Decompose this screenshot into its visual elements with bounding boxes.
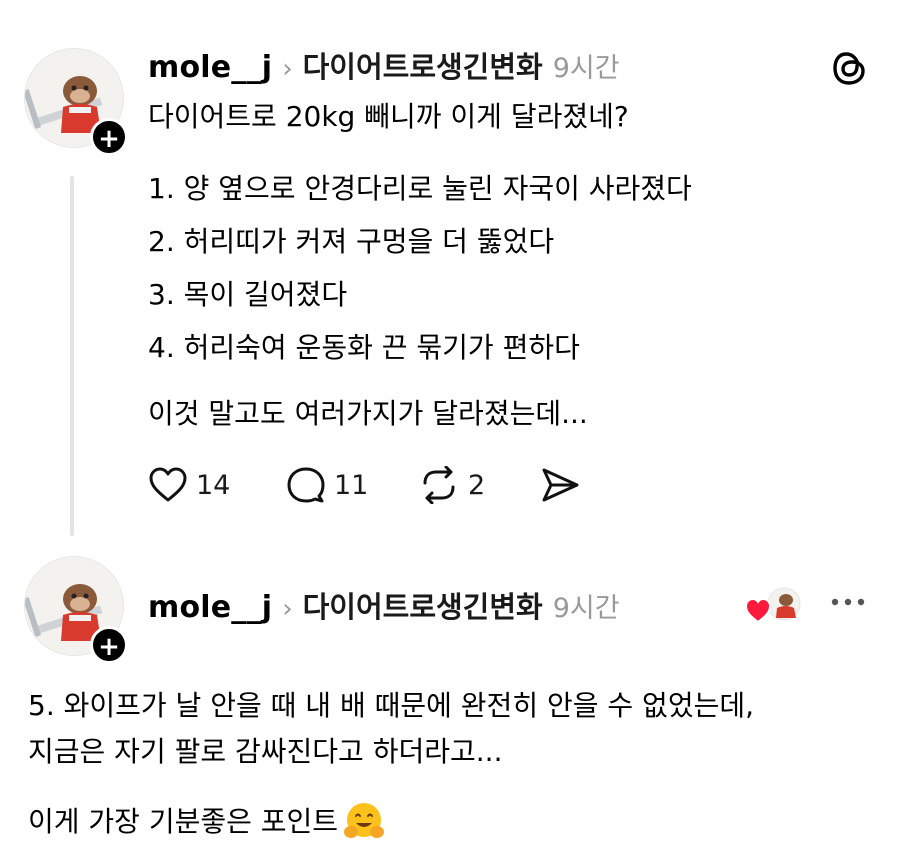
username[interactable]: mole__j	[148, 590, 272, 625]
heart-badge-icon	[744, 597, 772, 624]
topic-tag[interactable]: 다이어트로생긴변화	[303, 44, 543, 86]
post-text: 이게 가장 기분좋은 포인트	[28, 805, 339, 838]
heart-icon	[149, 467, 187, 502]
post-text-line: 이게 가장 기분좋은 포인트	[28, 800, 386, 844]
more-dots-icon[interactable]	[830, 592, 866, 616]
follow-plus-icon[interactable]: +	[90, 118, 128, 156]
send-icon	[542, 468, 579, 502]
thread-line	[70, 176, 74, 536]
topic-tag[interactable]: 다이어트로생긴변화	[303, 584, 543, 626]
post-text: 다이어트로 20kg 빼니까 이게 달라졌네?	[148, 100, 629, 133]
list-item: 4. 허리숙여 운동화 끈 묶기가 편하다	[148, 331, 580, 364]
comment-count: 11	[334, 469, 369, 501]
like-count: 14	[196, 469, 231, 501]
repost-button[interactable]: 2	[418, 466, 485, 504]
chevron-right-icon: ›	[282, 54, 293, 84]
repost-count: 2	[468, 469, 486, 501]
liked-by-author-badge[interactable]	[744, 586, 804, 626]
list-item: 1. 양 옆으로 안경다리로 눌린 자국이 사라졌다	[148, 172, 692, 205]
repost-icon	[423, 466, 455, 504]
post-header: mole__j › 다이어트로생긴변화 9시간	[148, 584, 620, 626]
comment-button[interactable]: 11	[286, 466, 368, 504]
list-item: 3. 목이 길어졌다	[148, 278, 348, 311]
post-header: mole__j › 다이어트로생긴변화 9시간	[148, 44, 620, 86]
share-button[interactable]	[540, 466, 580, 504]
timestamp: 9시간	[552, 53, 620, 84]
post-text-line: 5. 와이프가 날 안을 때 내 배 때문에 완전히 안을 수 없었는데,	[28, 689, 755, 722]
post-text-line: 지금은 자기 팔로 감싸진다고 하더라고...	[28, 735, 503, 768]
threads-logo-icon[interactable]	[832, 48, 868, 92]
timestamp: 9시간	[552, 593, 620, 624]
comment-icon	[287, 467, 325, 503]
like-button[interactable]: 14	[148, 466, 230, 504]
follow-plus-icon[interactable]: +	[90, 626, 128, 664]
post-closing-text: 이것 말고도 여러가지가 달라졌는데...	[148, 397, 588, 430]
hugging-face-emoji-icon	[342, 800, 386, 844]
list-item: 2. 허리띠가 커져 구멍을 더 뚫었다	[148, 225, 555, 258]
chevron-right-icon: ›	[282, 594, 293, 624]
username[interactable]: mole__j	[148, 50, 272, 85]
